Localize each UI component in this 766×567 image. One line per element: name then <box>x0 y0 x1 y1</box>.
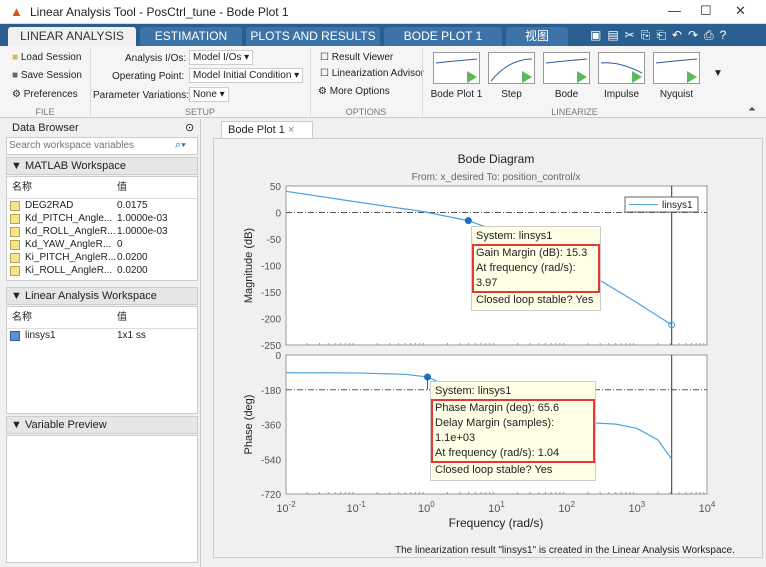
y-tick-label: -180 <box>261 386 281 397</box>
x-tick-label: 10-2 <box>276 500 296 515</box>
y-axis-label: Magnitude (dB) <box>243 228 255 303</box>
x-tick-label: 101 <box>488 500 505 515</box>
chart-subtitle: From: x_desired To: position_control/x <box>412 172 581 183</box>
status-message: The linearization result "linsys1" is cr… <box>395 545 735 556</box>
x-axis-label: Frequency (rad/s) <box>449 516 544 530</box>
legend-entry: linsys1 <box>662 200 693 211</box>
phase-margin-tooltip: System: linsys1 Phase Margin (deg): 65.6… <box>430 381 596 481</box>
y-tick-label: 0 <box>275 351 281 362</box>
y-tick-label: -150 <box>261 288 281 299</box>
x-tick-label: 100 <box>418 500 435 515</box>
x-tick-label: 102 <box>558 500 575 515</box>
y-tick-label: 0 <box>275 209 281 220</box>
chart-title: Bode Diagram <box>458 152 535 166</box>
y-tick-label: -540 <box>261 455 281 466</box>
y-tick-label: -50 <box>267 235 282 246</box>
x-tick-label: 104 <box>699 500 716 515</box>
y-tick-label: -360 <box>261 421 281 432</box>
gain-margin-tooltip: System: linsys1 Gain Margin (dB): 15.3 At… <box>471 226 601 311</box>
x-tick-label: 10-1 <box>346 500 366 515</box>
y-tick-label: -200 <box>261 315 281 326</box>
bode-chart[interactable]: Bode Diagram From: x_desired To: position… <box>0 0 766 567</box>
y-tick-label: 50 <box>270 182 282 193</box>
x-tick-label: 103 <box>628 500 645 515</box>
y-tick-label: -100 <box>261 262 281 273</box>
y-axis-label: Phase (deg) <box>243 395 255 455</box>
gain-margin-marker <box>464 217 472 225</box>
y-tick-label: -720 <box>261 490 281 501</box>
